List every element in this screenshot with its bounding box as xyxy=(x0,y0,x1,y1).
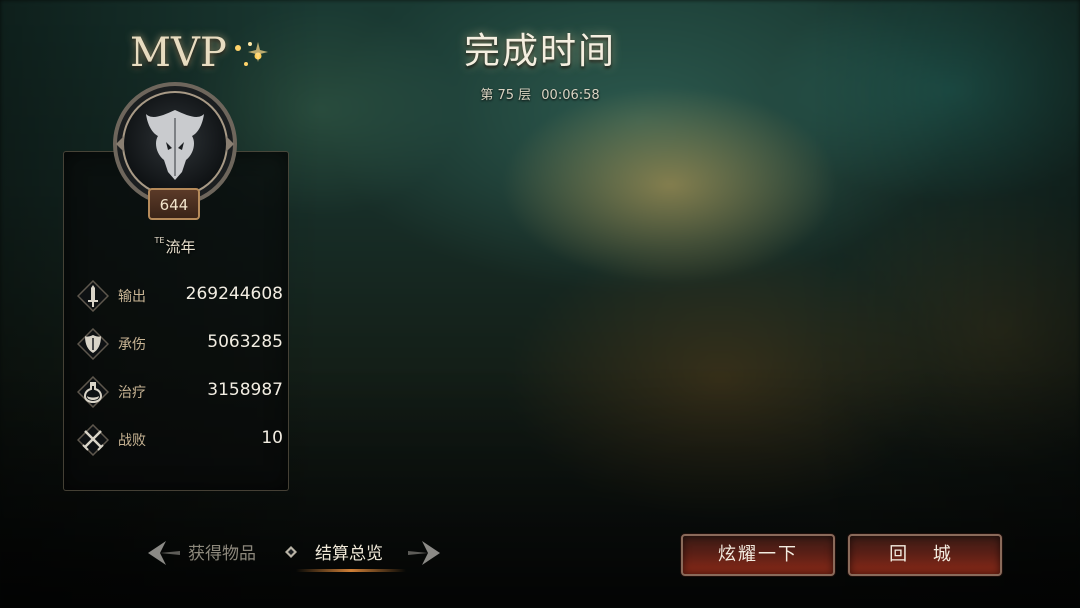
active-tab-indicator xyxy=(296,569,406,572)
stat-row-damage-taken: 承伤 5063285 xyxy=(77,328,287,360)
player-name: TE流年 xyxy=(130,236,220,257)
stat-value: 10 xyxy=(261,428,283,448)
stat-label: 输出 xyxy=(118,289,146,305)
elapsed-time: 00:06:58 xyxy=(541,88,600,103)
player-name-prefix: TE xyxy=(154,236,165,245)
stat-row-damage: 输出 269244608 xyxy=(77,280,287,312)
result-tabs: 获得物品 结算总览 xyxy=(146,533,442,573)
stat-value: 3158987 xyxy=(207,380,283,400)
potion-icon xyxy=(77,376,109,408)
chevron-right-icon[interactable] xyxy=(406,537,442,569)
floor-label: 第 75 层 xyxy=(480,88,532,103)
stat-label: 承伤 xyxy=(118,337,146,353)
chevron-left-icon[interactable] xyxy=(146,537,182,569)
sword-icon xyxy=(77,280,109,312)
stat-value: 5063285 xyxy=(207,332,283,352)
mvp-badge-text: MVP xyxy=(130,30,227,76)
stat-row-defeats: 战败 10 xyxy=(77,424,287,456)
crossed-swords-icon xyxy=(77,424,109,456)
mvp-emblem-icon xyxy=(113,82,237,206)
tab-items[interactable]: 获得物品 xyxy=(188,539,256,564)
return-city-button[interactable]: 回 城 xyxy=(848,534,1002,576)
sparkle-icon xyxy=(235,42,268,66)
stat-row-healing: 治疗 3158987 xyxy=(77,376,287,408)
stat-label: 战败 xyxy=(118,433,146,449)
tab-summary[interactable]: 结算总览 xyxy=(315,539,383,564)
player-level-badge: 644 xyxy=(148,188,200,220)
player-name-text: 流年 xyxy=(165,238,196,256)
stat-value: 269244608 xyxy=(185,284,283,304)
stat-label: 治疗 xyxy=(118,385,146,401)
tab-diamond-icon xyxy=(285,546,297,558)
show-off-button[interactable]: 炫耀一下 xyxy=(681,534,835,576)
shield-icon xyxy=(77,328,109,360)
